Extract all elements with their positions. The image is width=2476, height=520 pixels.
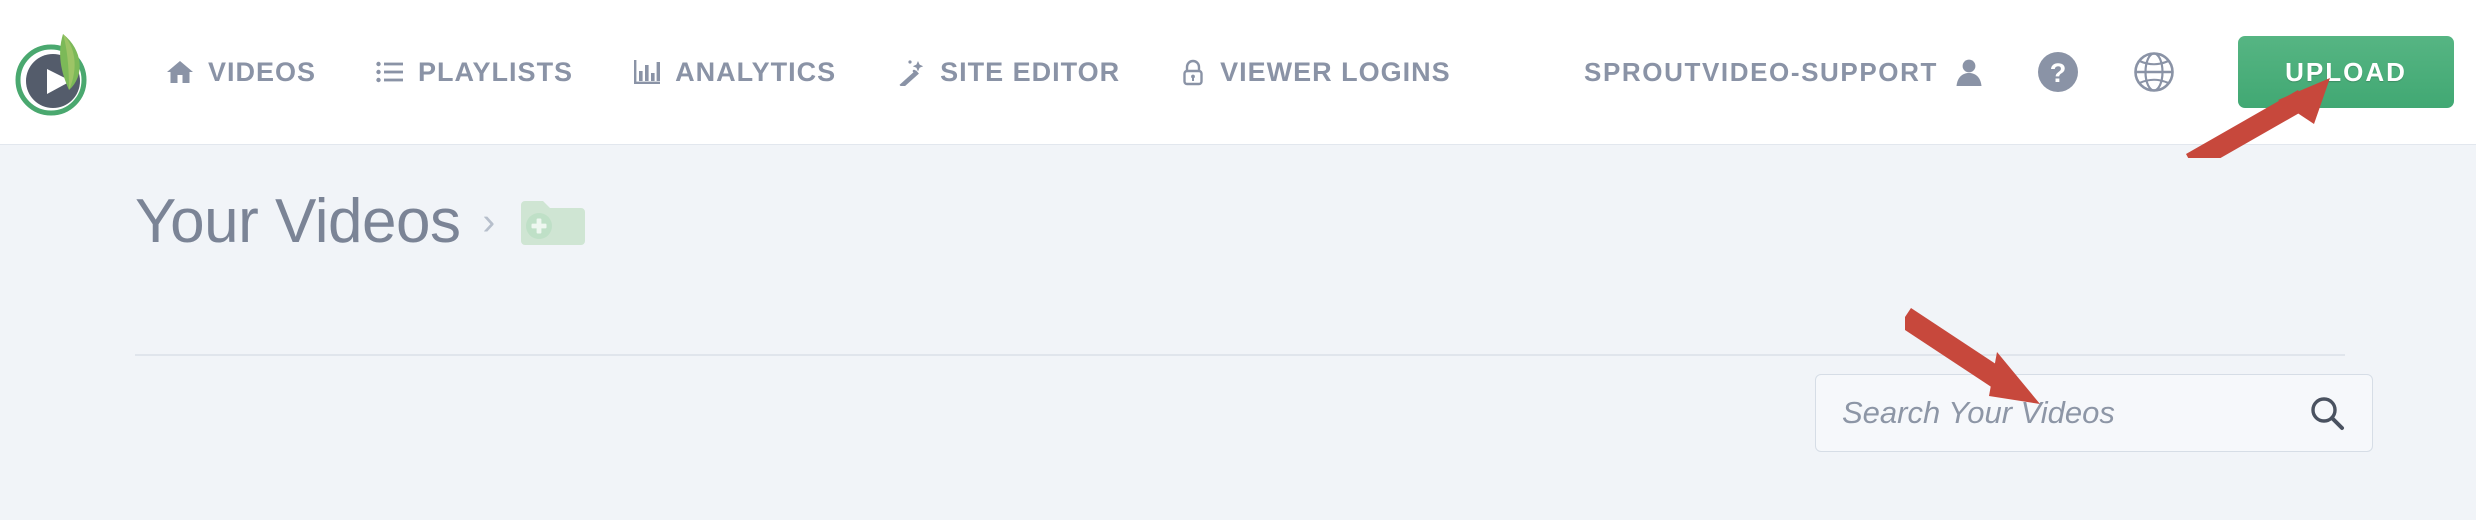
search-input[interactable] [1842, 395, 2308, 431]
logo-mark [15, 34, 87, 116]
nav-item-videos[interactable]: VIDEOS [136, 0, 346, 145]
nav-item-site-editor[interactable]: SITE EDITOR [866, 0, 1150, 145]
nav-item-playlists[interactable]: PLAYLISTS [346, 0, 603, 145]
sproutvideo-logo[interactable] [4, 22, 114, 122]
page-title: Your Videos [135, 187, 461, 256]
section-divider [135, 354, 2345, 356]
upload-button[interactable]: UPLOAD [2238, 36, 2454, 108]
svg-text:?: ? [2050, 58, 2067, 88]
bar-chart-icon [633, 59, 661, 85]
top-navigation-bar: VIDEOS PLAYLISTS ANALYTICS SITE EDITOR V… [0, 0, 2476, 145]
sproutvideo-videos-page: VIDEOS PLAYLISTS ANALYTICS SITE EDITOR V… [0, 0, 2476, 520]
nav-item-analytics-label: ANALYTICS [675, 56, 837, 87]
nav-item-site-editor-label: SITE EDITOR [940, 56, 1121, 87]
user-icon [1954, 57, 1984, 87]
account-menu[interactable]: SPROUTVIDEO-SUPPORT [1584, 57, 1984, 88]
home-icon [166, 59, 194, 85]
page-content: Your Videos › Search Your Videos [0, 146, 2476, 520]
list-icon [376, 60, 404, 84]
breadcrumb: Your Videos › [135, 191, 589, 253]
search-icon[interactable] [2308, 394, 2346, 432]
primary-nav-links: VIDEOS PLAYLISTS ANALYTICS SITE EDITOR V… [136, 0, 1481, 145]
add-folder-icon[interactable] [517, 195, 589, 249]
lock-icon [1180, 58, 1206, 86]
question-circle-icon: ? [2038, 52, 2078, 92]
nav-item-viewer-logins[interactable]: VIEWER LOGINS [1150, 0, 1481, 145]
magic-wand-icon [896, 58, 926, 86]
breadcrumb-separator: › [482, 201, 496, 243]
nav-item-videos-label: VIDEOS [208, 56, 317, 87]
globe-icon [2134, 52, 2174, 92]
search-box[interactable] [1815, 374, 2373, 452]
nav-item-playlists-label: PLAYLISTS [418, 56, 574, 87]
nav-item-viewer-logins-label: VIEWER LOGINS [1220, 56, 1451, 87]
language-button[interactable] [2132, 50, 2176, 94]
nav-right-cluster: SPROUTVIDEO-SUPPORT ? UPLOAD [1584, 0, 2476, 145]
account-name-label: SPROUTVIDEO-SUPPORT [1584, 56, 1938, 87]
nav-item-analytics[interactable]: ANALYTICS [603, 0, 866, 145]
help-button[interactable]: ? [2036, 50, 2080, 94]
